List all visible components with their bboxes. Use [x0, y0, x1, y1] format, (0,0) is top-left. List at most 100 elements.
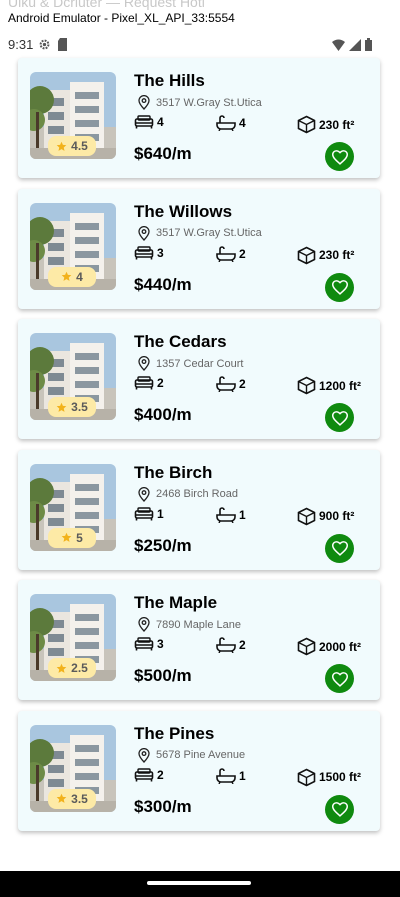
- star-icon: [56, 663, 67, 673]
- property-address: 3517 W.Gray St.Utica: [138, 95, 262, 110]
- property-address: 5678 Pine Avenue: [138, 747, 246, 763]
- address-text: 5678 Pine Avenue: [156, 749, 246, 761]
- property-card[interactable]: 5 The Birch 2468 Birch Road 1 1 900 ft² …: [18, 449, 380, 570]
- bathroom-count: 1: [239, 507, 246, 522]
- favorite-button[interactable]: [325, 142, 354, 171]
- address-text: 2468 Birch Road: [156, 488, 238, 500]
- bathtub-icon: [216, 376, 236, 392]
- rating-badge: 2.5: [48, 658, 96, 678]
- star-icon: [56, 793, 67, 803]
- rating-value: 3.5: [71, 400, 88, 414]
- bedroom-count: 4: [157, 115, 164, 129]
- heart-icon: [331, 410, 348, 426]
- area-cube-icon: [297, 507, 316, 525]
- floor-area: 230 ft²: [297, 115, 354, 134]
- star-icon: [61, 271, 72, 281]
- favorite-button[interactable]: [325, 794, 354, 824]
- bathtub-icon: [216, 506, 236, 523]
- bathroom-count: 4: [239, 116, 246, 130]
- heart-icon: [331, 671, 348, 687]
- bedroom-count: 3: [157, 637, 164, 651]
- bed-icon: [134, 767, 154, 781]
- star-icon: [61, 532, 72, 542]
- bathrooms: 2: [216, 245, 246, 262]
- window-title: Android Emulator - Pixel_XL_API_33:5554: [8, 11, 235, 25]
- bedrooms: 3: [134, 637, 164, 651]
- bed-icon: [134, 506, 154, 520]
- area-value: 900 ft²: [319, 509, 355, 523]
- bed-icon: [134, 115, 154, 129]
- area-cube-icon: [297, 376, 316, 395]
- rating-value: 5: [76, 530, 83, 545]
- property-name[interactable]: The Pines: [134, 724, 214, 744]
- monthly-price: $500/m: [134, 666, 192, 685]
- bathroom-count: 2: [239, 638, 246, 652]
- area-value: 1500 ft²: [319, 770, 362, 784]
- home-gesture-handle[interactable]: [147, 881, 251, 885]
- bathroom-count: 2: [239, 246, 246, 261]
- property-card[interactable]: 4.5 The Hills 3517 W.Gray St.Utica 4 4 2…: [18, 58, 380, 178]
- area-value: 230 ft²: [319, 248, 355, 262]
- bathtub-icon: [216, 115, 236, 131]
- property-card[interactable]: 3.5 The Pines 5678 Pine Avenue 2 1 1500 …: [18, 710, 380, 831]
- wifi-icon: [332, 38, 345, 56]
- bed-icon: [134, 245, 154, 259]
- location-pin-icon: [138, 486, 150, 502]
- bathtub-icon: [216, 245, 236, 262]
- battery-icon: [365, 38, 372, 56]
- property-name[interactable]: The Birch: [134, 463, 212, 483]
- area-cube-icon: [297, 246, 316, 264]
- heart-icon: [331, 541, 348, 556]
- bathrooms: 2: [216, 376, 246, 392]
- area-cube-icon: [297, 637, 316, 656]
- property-card[interactable]: 2.5 The Maple 7890 Maple Lane 3 2 2000 f…: [18, 580, 380, 700]
- bedroom-count: 2: [157, 376, 164, 390]
- location-pin-icon: [138, 747, 150, 763]
- address-text: 1357 Cedar Court: [156, 357, 244, 370]
- rating-badge: 3.5: [48, 788, 96, 809]
- location-pin-icon: [138, 225, 150, 241]
- address-text: 7890 Maple Lane: [156, 618, 242, 631]
- property-name[interactable]: The Willows: [134, 202, 232, 222]
- property-address: 1357 Cedar Court: [138, 356, 243, 371]
- favorite-button[interactable]: [325, 403, 354, 432]
- star-icon: [56, 402, 67, 412]
- bathroom-count: 2: [239, 377, 246, 391]
- monthly-price: $250/m: [134, 535, 192, 555]
- address-text: 3517 W.Gray St.Utica: [156, 227, 262, 239]
- property-card[interactable]: 3.5 The Cedars 1357 Cedar Court 2 2 1200…: [18, 319, 380, 439]
- bedrooms: 2: [134, 768, 164, 782]
- monthly-price: $400/m: [134, 405, 192, 424]
- favorite-button[interactable]: [325, 664, 354, 693]
- bedroom-count: 3: [157, 245, 164, 260]
- bathrooms: 4: [216, 115, 246, 131]
- favorite-button[interactable]: [325, 533, 354, 563]
- rating-value: 4: [76, 269, 83, 284]
- rating-badge: 4.5: [48, 136, 96, 156]
- favorite-button[interactable]: [325, 272, 354, 302]
- address-text: 3517 W.Gray St.Utica: [156, 96, 262, 109]
- property-address: 3517 W.Gray St.Utica: [138, 225, 262, 241]
- property-name[interactable]: The Hills: [134, 71, 205, 91]
- rating-badge: 5: [48, 527, 96, 548]
- floor-area: 900 ft²: [297, 507, 354, 526]
- heart-icon: [331, 802, 348, 817]
- bedroom-count: 2: [157, 767, 164, 782]
- heart-icon: [331, 280, 348, 295]
- background-window-title: Uiku & Dcriuter — Request Hotl: [8, 0, 205, 10]
- property-name[interactable]: The Cedars: [134, 332, 227, 352]
- bedrooms: 4: [134, 115, 164, 129]
- area-cube-icon: [297, 768, 316, 786]
- bed-icon: [134, 637, 154, 651]
- property-name[interactable]: The Maple: [134, 593, 217, 613]
- floor-area: 2000 ft²: [297, 637, 361, 656]
- bathtub-icon: [216, 637, 236, 653]
- property-card[interactable]: 4 The Willows 3517 W.Gray St.Utica 3 2 2…: [18, 188, 380, 309]
- navigation-bar: [0, 871, 400, 897]
- bathtub-icon: [216, 767, 236, 784]
- floor-area: 1500 ft²: [297, 768, 361, 787]
- area-value: 230 ft²: [319, 117, 355, 132]
- rating-value: 2.5: [71, 661, 88, 675]
- bedrooms: 1: [134, 507, 164, 521]
- bedroom-count: 1: [157, 506, 164, 521]
